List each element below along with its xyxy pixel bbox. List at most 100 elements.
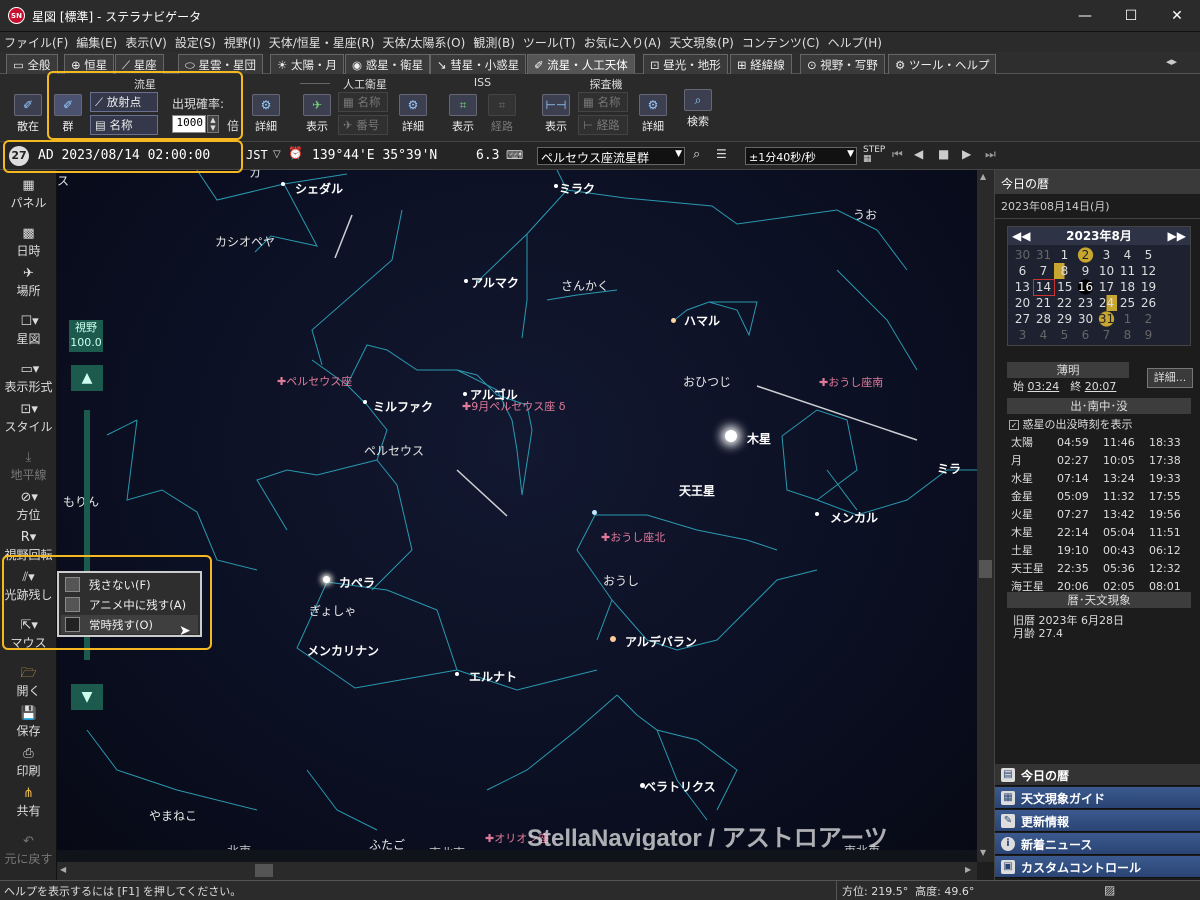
- tab-sun-moon[interactable]: ☀ 太陽・月: [270, 54, 344, 74]
- meteor-detail-button[interactable]: ⚙ 詳細: [248, 91, 284, 135]
- scroll-thumb[interactable]: [979, 560, 992, 578]
- menu-favorites[interactable]: お気に入り(A): [580, 32, 666, 53]
- scroll-thumb[interactable]: [255, 864, 273, 877]
- calendar-day[interactable]: 20: [1012, 295, 1033, 311]
- calendar-day[interactable]: 12: [1138, 263, 1159, 279]
- calendar-day[interactable]: 3: [1096, 247, 1117, 263]
- place-button[interactable]: ✈ 場所: [0, 266, 57, 299]
- calendar-day[interactable]: 30: [1012, 247, 1033, 263]
- calendar-day[interactable]: 10: [1096, 263, 1117, 279]
- scroll-right-icon[interactable]: ▶: [965, 865, 971, 874]
- nav-news[interactable]: i 新着ニュース: [995, 833, 1200, 855]
- undo-button[interactable]: ↶ 元に戻す: [0, 834, 57, 867]
- menu-observe[interactable]: 観測(B): [469, 32, 519, 53]
- star[interactable]: [815, 512, 819, 516]
- tab-planets[interactable]: ◉ 惑星・衛星: [345, 54, 431, 74]
- calendar-day[interactable]: 9: [1075, 263, 1096, 279]
- menu-contents[interactable]: コンテンツ(C): [738, 32, 824, 53]
- open-button[interactable]: 🗁 開く: [0, 666, 57, 699]
- calendar-day[interactable]: 28: [1033, 311, 1054, 327]
- zoom-in-button[interactable]: ▲: [71, 365, 103, 391]
- detail-button[interactable]: 詳細...: [1147, 368, 1193, 388]
- scroll-left-icon[interactable]: ◀: [60, 865, 66, 874]
- calendar-day[interactable]: 2: [1138, 311, 1159, 327]
- star[interactable]: [281, 182, 285, 186]
- calendar-day[interactable]: 15: [1054, 279, 1075, 295]
- calendar-day[interactable]: 7: [1096, 327, 1117, 343]
- menu-settings[interactable]: 設定(S): [171, 32, 220, 53]
- calendar-day[interactable]: 29: [1054, 311, 1075, 327]
- nav-today-calendar[interactable]: ▤ 今日の暦: [995, 764, 1200, 786]
- step-icon[interactable]: STEP ▦: [863, 146, 885, 164]
- jupiter-dot[interactable]: [725, 430, 737, 442]
- calendar-day[interactable]: 24: [1096, 295, 1117, 311]
- probe-path-button[interactable]: ⊢ 経路: [578, 115, 628, 135]
- keyboard-icon[interactable]: ⌨: [506, 148, 523, 162]
- star[interactable]: [463, 392, 467, 396]
- scroll-down-icon[interactable]: ▼: [980, 848, 986, 857]
- calendar-day[interactable]: 5: [1054, 327, 1075, 343]
- calendar-day[interactable]: 31: [1033, 247, 1054, 263]
- capella-dot[interactable]: [323, 576, 330, 583]
- play-reverse-icon[interactable]: ◀: [914, 147, 923, 161]
- aldebaran-dot[interactable]: [610, 636, 616, 642]
- search-icon[interactable]: ⌕: [693, 147, 700, 162]
- iss-show-button[interactable]: ⌗ 表示: [445, 91, 481, 135]
- menu-file[interactable]: ファイル(F): [0, 32, 72, 53]
- menu-phenomena[interactable]: 天文現象(P): [665, 32, 738, 53]
- star[interactable]: [554, 184, 558, 188]
- tab-comets[interactable]: ↘ 彗星・小惑星: [430, 54, 527, 74]
- minimize-button[interactable]: —: [1062, 0, 1108, 32]
- calendar-day[interactable]: 30: [1075, 311, 1096, 327]
- calendar-day[interactable]: 4: [1033, 327, 1054, 343]
- calendar-day[interactable]: 8: [1117, 327, 1138, 343]
- sky-chart[interactable]: シェダル ミラク カシオペヤ アルマク さんかく うお ハマル おひつじ ✚ペル…: [57, 170, 977, 862]
- tab-meteors[interactable]: ✐ 流星・人工天体: [527, 54, 635, 74]
- menu-stars[interactable]: 天体/恒星・星座(R): [265, 32, 379, 53]
- next-month-icon[interactable]: ▶▶: [1168, 227, 1186, 245]
- calendar-day[interactable]: 11: [1117, 263, 1138, 279]
- star[interactable]: [671, 318, 676, 323]
- star[interactable]: [455, 672, 459, 676]
- menu-solar[interactable]: 天体/太陽系(O): [378, 32, 469, 53]
- satellite-detail-button[interactable]: ⚙ 詳細: [395, 91, 431, 135]
- play-icon[interactable]: ▶: [962, 147, 971, 161]
- calendar-day[interactable]: 16: [1075, 279, 1096, 295]
- calendar-day[interactable]: 17: [1096, 279, 1117, 295]
- horizontal-scrollbar[interactable]: ◀ ▶: [57, 862, 977, 880]
- calendar-day[interactable]: 6: [1012, 263, 1033, 279]
- calendar-day[interactable]: 1: [1054, 247, 1075, 263]
- magnitude-display[interactable]: 6.3: [476, 148, 499, 163]
- calendar-day[interactable]: 4: [1117, 247, 1138, 263]
- uranus-dot[interactable]: [592, 510, 597, 515]
- horizon-button[interactable]: ⤓ 地平線: [0, 450, 57, 483]
- list-icon[interactable]: ☰: [716, 147, 727, 161]
- menu-tools[interactable]: ツール(T): [519, 32, 580, 53]
- location-display[interactable]: 139°44'E 35°39'N: [312, 148, 437, 163]
- nav-updates[interactable]: ✎ 更新情報: [995, 810, 1200, 832]
- calendar-day[interactable]: 5: [1138, 247, 1159, 263]
- skip-forward-icon[interactable]: ⏭: [985, 147, 996, 162]
- save-button[interactable]: 💾 保存: [0, 706, 57, 739]
- style-button[interactable]: ⊡▾ スタイル: [0, 402, 57, 435]
- maximize-button[interactable]: ☐: [1108, 0, 1154, 32]
- satellite-name-button[interactable]: ▦ 名称: [338, 92, 388, 112]
- calendar-day[interactable]: 23: [1075, 295, 1096, 311]
- panel-button[interactable]: ▦ パネル: [0, 178, 57, 211]
- calendar-day-today[interactable]: 14: [1032, 278, 1055, 296]
- calendar-day[interactable]: 19: [1138, 279, 1159, 295]
- menu-edit[interactable]: 編集(E): [72, 32, 121, 53]
- stop-icon[interactable]: ■: [938, 147, 949, 161]
- chart-button[interactable]: ☐▾ 星図: [0, 314, 57, 347]
- zoom-out-button[interactable]: ▼: [71, 684, 103, 710]
- nav-phenomena-guide[interactable]: ▦ 天文現象ガイド: [995, 787, 1200, 809]
- star[interactable]: [464, 279, 468, 283]
- twilight-start[interactable]: 03:24: [1028, 380, 1060, 393]
- time-step-select[interactable]: ±1分40秒/秒 ▼: [745, 147, 857, 165]
- search-button[interactable]: ⌕ 検索: [680, 86, 716, 130]
- print-button[interactable]: ⎙ 印刷: [0, 746, 57, 779]
- menu-view[interactable]: 表示(V): [121, 32, 171, 53]
- prev-month-icon[interactable]: ◀◀: [1012, 227, 1030, 245]
- calendar-day[interactable]: 22: [1054, 295, 1075, 311]
- satellite-show-button[interactable]: ✈ 表示: [299, 91, 335, 135]
